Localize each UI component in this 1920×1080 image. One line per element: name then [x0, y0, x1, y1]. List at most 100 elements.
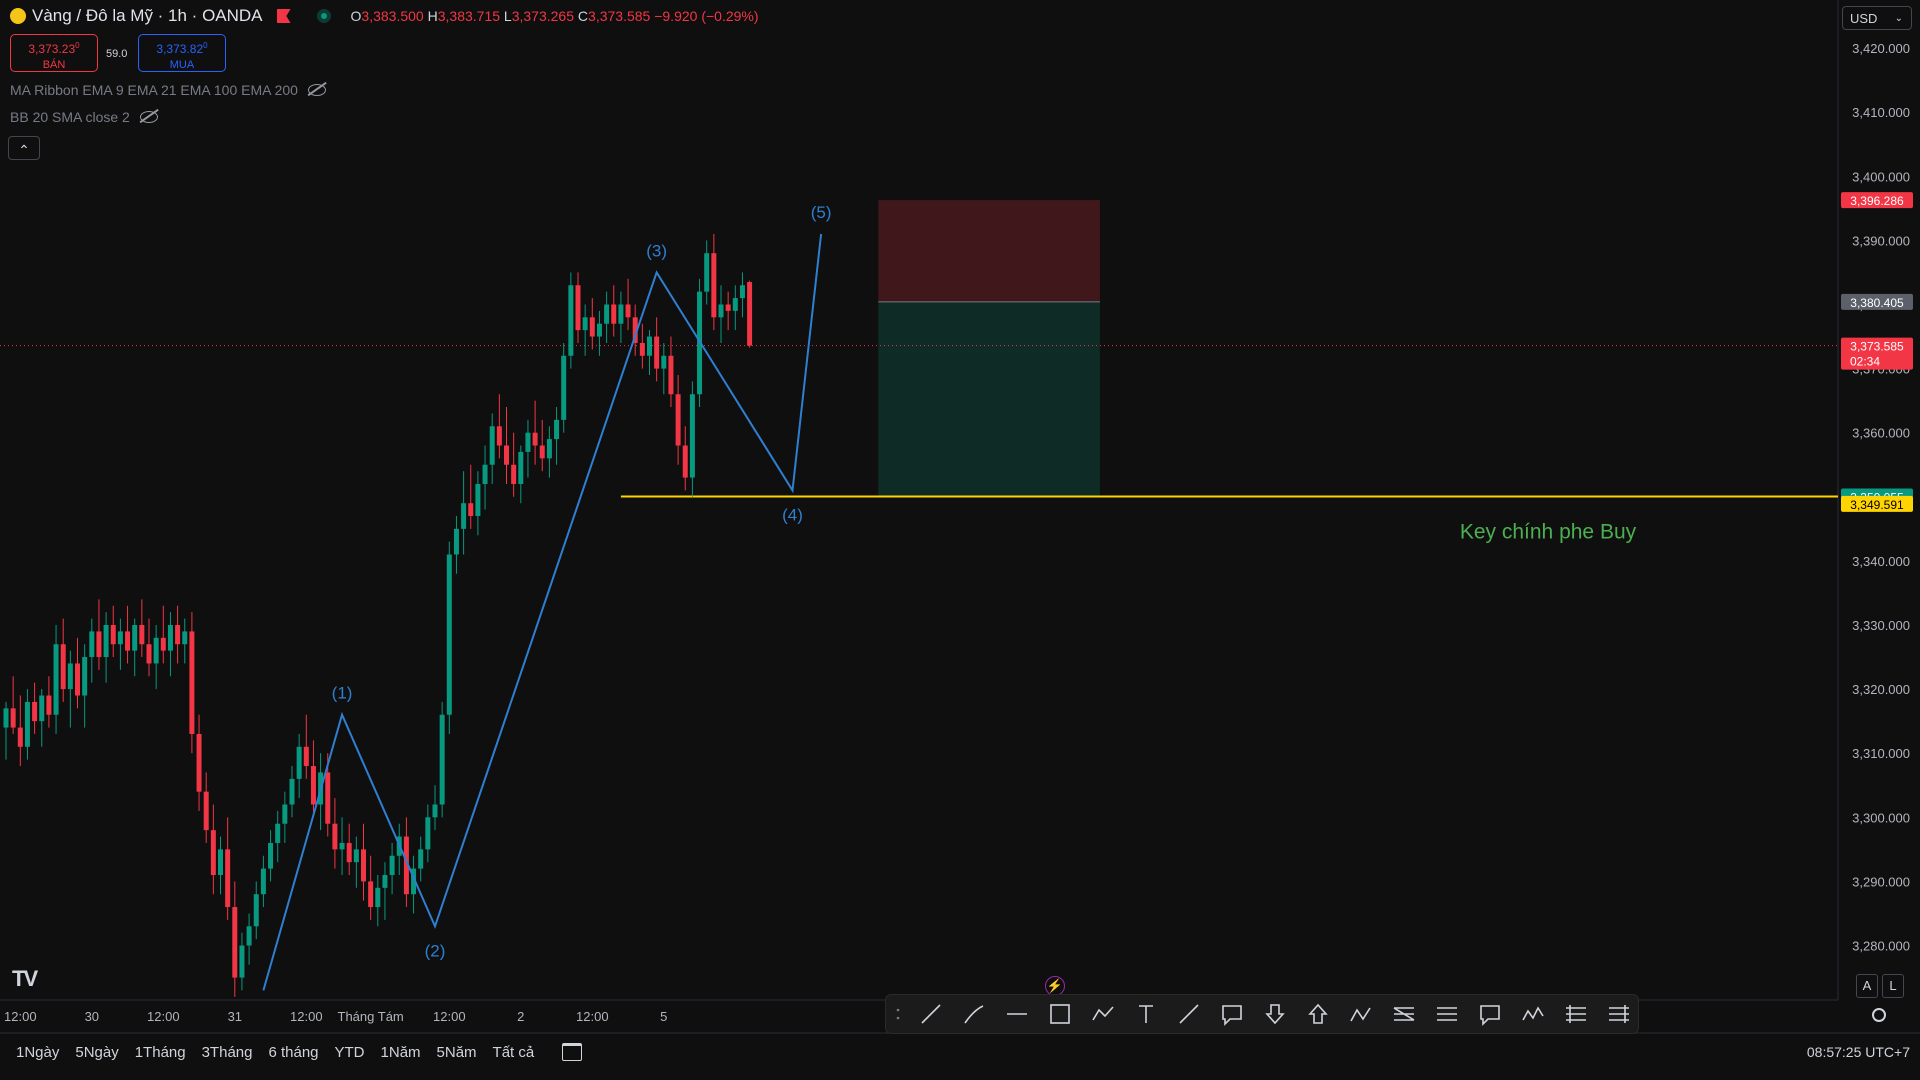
- timeframe-button[interactable]: 3Tháng: [202, 1044, 253, 1061]
- candle-body: [153, 637, 159, 664]
- eye-hidden-icon[interactable]: [307, 84, 326, 96]
- sell-button[interactable]: 3,373.230 BÁN: [10, 34, 98, 72]
- candle-body: [604, 304, 610, 324]
- candle-body: [668, 355, 674, 395]
- candle-body: [446, 554, 452, 715]
- parallel-channel-icon[interactable]: [1437, 1007, 1457, 1021]
- indicator-ma-ribbon-label: MA Ribbon EMA 9 EMA 21 EMA 100 EMA 200: [10, 82, 298, 98]
- drag-handle-icon: [896, 1008, 900, 1012]
- candle-body: [17, 727, 23, 747]
- indicator-ma-ribbon[interactable]: MA Ribbon EMA 9 EMA 21 EMA 100 EMA 200: [10, 82, 326, 98]
- short-stop-zone: [878, 200, 1100, 302]
- icon-stroke: [1179, 1004, 1199, 1024]
- candle-body: [246, 926, 252, 946]
- timeframe-button[interactable]: 1Tháng: [135, 1044, 186, 1061]
- timeframe-button[interactable]: YTD: [335, 1044, 365, 1061]
- candle-body: [504, 445, 509, 465]
- chart-canvas[interactable]: Key chính phe Buy (1) (2) (3) (4) (5) 3,280.…: [0, 0, 1920, 1080]
- candle-body: [618, 304, 624, 324]
- candle-body: [46, 695, 52, 715]
- candle-body: [89, 631, 95, 658]
- candle-body: [310, 766, 316, 805]
- timeframe-button[interactable]: 5Năm: [437, 1044, 477, 1061]
- wave-label: (2): [425, 941, 446, 960]
- tradingview-logo[interactable]: TV: [12, 966, 38, 992]
- candle-body: [3, 708, 9, 728]
- candle-body: [639, 342, 645, 356]
- lightning-event-icon[interactable]: ⚡: [1045, 976, 1065, 996]
- candle-body: [232, 907, 238, 978]
- candle-body: [203, 791, 209, 831]
- elliott-wave-icon[interactable]: [1522, 1006, 1544, 1021]
- fib-retracement-icon[interactable]: [1393, 1007, 1415, 1021]
- settings-gear-icon[interactable]: [1872, 1008, 1886, 1022]
- candle-body: [175, 625, 181, 645]
- auto-scale-button[interactable]: A: [1856, 974, 1878, 998]
- countdown-text: 02:34: [1850, 355, 1880, 369]
- abcd-pattern-icon[interactable]: [1350, 1007, 1371, 1022]
- rectangle-icon[interactable]: [1050, 1004, 1070, 1024]
- candle-body: [747, 282, 753, 346]
- timeframe-button[interactable]: Tất cả: [493, 1044, 535, 1061]
- candle-body: [418, 849, 424, 869]
- key-level-label: Key chính phe Buy: [1460, 520, 1637, 543]
- candle-body: [346, 842, 352, 863]
- timeframe-button[interactable]: 5Ngày: [75, 1044, 118, 1061]
- candle-body: [568, 285, 574, 356]
- icon-stroke: [1092, 1006, 1114, 1021]
- pen-icon[interactable]: [921, 1004, 941, 1024]
- wave-label: (5): [811, 203, 832, 222]
- candle-body: [432, 804, 438, 818]
- timeframe-button[interactable]: 1Năm: [381, 1044, 421, 1061]
- buy-price: 3,373.82: [156, 42, 204, 56]
- date-range-icon[interactable]: [562, 1043, 583, 1061]
- gold-coin-icon: [10, 8, 26, 24]
- clock-text[interactable]: 08:57:25 UTC+7: [1807, 1044, 1910, 1060]
- candle-body: [10, 708, 16, 728]
- candle-body: [160, 637, 166, 651]
- brush-icon[interactable]: [964, 1005, 984, 1024]
- eye-hidden-icon[interactable]: [139, 111, 158, 123]
- candle-body: [654, 336, 660, 369]
- candle-body: [67, 663, 73, 690]
- sell-price: 3,373.23: [28, 42, 76, 56]
- comment-icon[interactable]: [1480, 1005, 1500, 1026]
- candle-body: [482, 464, 488, 484]
- text-icon[interactable]: [1139, 1005, 1153, 1023]
- arrow-down-icon[interactable]: [1265, 1004, 1285, 1025]
- time-tick-label: 2: [517, 1009, 524, 1024]
- broker-flag-icon: [276, 9, 291, 23]
- candle-body: [539, 445, 545, 459]
- indicator-bb[interactable]: BB 20 SMA close 2: [10, 109, 158, 125]
- price-tag-text: 3,380.405: [1850, 296, 1904, 310]
- icon-stroke: [1480, 1005, 1500, 1026]
- symbol-legend: Vàng / Đô la Mỹ · 1h · OANDA O3,383.500 …: [10, 6, 759, 26]
- fib-extension-icon[interactable]: [1609, 1005, 1629, 1023]
- candle-body: [125, 631, 131, 651]
- high-value: 3,383.715: [437, 8, 501, 24]
- trend-line-icon[interactable]: [1179, 1004, 1199, 1024]
- candle-body: [260, 868, 266, 895]
- timeframe-button[interactable]: 1Ngày: [16, 1044, 59, 1061]
- candle-body: [718, 304, 724, 318]
- candle-body: [468, 503, 474, 517]
- candle-body: [725, 304, 731, 311]
- timeframe-button[interactable]: 6 tháng: [268, 1044, 318, 1061]
- high-key: H: [427, 8, 438, 24]
- path-icon[interactable]: [1092, 1006, 1114, 1021]
- buy-button[interactable]: 3,373.820 MUA: [138, 34, 226, 72]
- candle-body: [382, 875, 388, 888]
- log-scale-button[interactable]: L: [1882, 974, 1904, 998]
- currency-select[interactable]: USD ⌄: [1842, 6, 1912, 30]
- symbol-title[interactable]: Vàng / Đô la Mỹ · 1h · OANDA: [32, 6, 263, 26]
- icon-stroke: [964, 1005, 984, 1024]
- arrow-up-icon[interactable]: [1308, 1003, 1328, 1024]
- callout-icon[interactable]: [1222, 1005, 1242, 1026]
- regression-icon[interactable]: [1566, 1005, 1586, 1023]
- icon-stroke: [1050, 1004, 1070, 1024]
- candle-body: [332, 823, 338, 850]
- drawing-toolbar: [885, 994, 1639, 1034]
- collapse-legend-button[interactable]: ⌃: [8, 136, 40, 160]
- price-tick-label: 3,280.000: [1852, 939, 1910, 954]
- candle-body: [39, 695, 45, 722]
